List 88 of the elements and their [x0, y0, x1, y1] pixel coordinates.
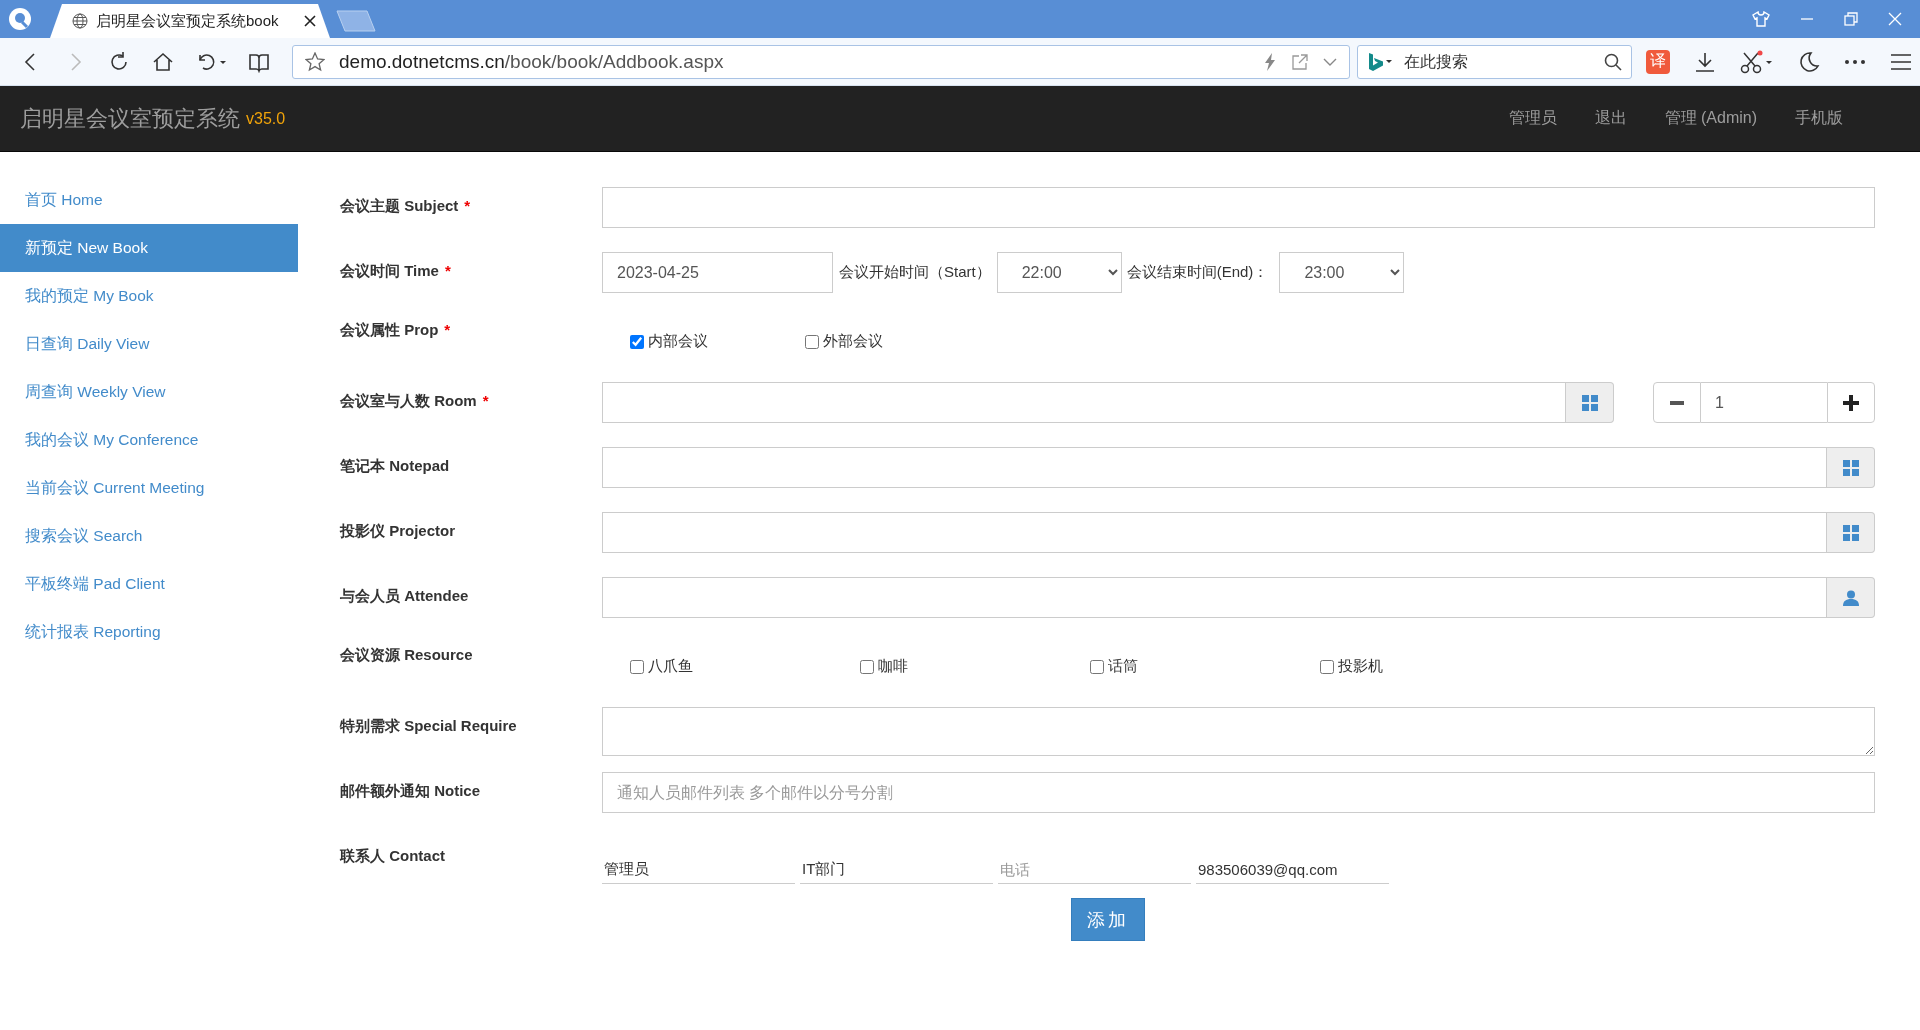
add-button[interactable]: 添加 [1070, 898, 1145, 941]
picker-button[interactable] [1827, 447, 1875, 488]
sidebar-item[interactable]: 首页 Home [0, 176, 298, 224]
text-field[interactable] [602, 187, 1875, 228]
nav-link[interactable]: 退出 [1575, 108, 1646, 129]
field-label: 会议资源 Resource [340, 646, 473, 663]
decrement-button[interactable] [1653, 382, 1701, 423]
plus-icon [1843, 394, 1859, 411]
start-time-label: 会议开始时间（Start） [839, 263, 991, 282]
grid-icon [1581, 394, 1598, 411]
required-mark: * [464, 197, 471, 214]
field-label: 会议时间 Time [340, 262, 439, 279]
attendee-picker-button[interactable] [1827, 577, 1875, 618]
nav-link[interactable]: 管理员 [1489, 108, 1576, 129]
room-picker-button[interactable] [1566, 382, 1614, 423]
checkbox[interactable] [1320, 659, 1334, 674]
browser-tab[interactable]: 启明星会议室预定系统book [50, 4, 330, 38]
shirt-icon[interactable] [1752, 11, 1770, 27]
checkbox-label: 投影机 [1338, 657, 1383, 676]
sidebar-item[interactable]: 搜索会议 Search [0, 512, 298, 560]
sidebar-item[interactable]: 我的预定 My Book [0, 272, 298, 320]
date-field[interactable]: 2023-04-25 [602, 252, 833, 293]
sidebar-item[interactable]: 日查询 Daily View [0, 320, 298, 368]
reload-icon[interactable] [108, 50, 130, 73]
checkbox[interactable] [805, 334, 819, 349]
checkbox-label: 外部会议 [823, 332, 883, 351]
grid-icon [1842, 524, 1859, 541]
checkbox-label: 话筒 [1108, 657, 1138, 676]
globe-icon [72, 13, 88, 29]
sidebar-item[interactable]: 我的会议 My Conference [0, 416, 298, 464]
sidebar-item[interactable]: 周查询 Weekly View [0, 368, 298, 416]
field-label: 特别需求 Special Require [340, 717, 517, 734]
search-icon[interactable] [1604, 52, 1622, 71]
nav-link[interactable]: 手机版 [1776, 108, 1862, 129]
field-label: 会议室与人数 Room [340, 392, 477, 409]
field-label: 会议属性 Prop [340, 321, 439, 338]
share-icon[interactable] [1291, 52, 1309, 71]
checkbox-label: 咖啡 [878, 657, 908, 676]
translate-button[interactable]: 译 [1646, 49, 1670, 74]
picker-button[interactable] [1827, 512, 1875, 553]
end-time-label: 会议结束时间(End)： [1126, 263, 1269, 282]
home-icon[interactable] [152, 50, 174, 73]
field-label: 联系人 Contact [340, 847, 445, 864]
grid-icon [1842, 459, 1859, 476]
required-mark: * [444, 262, 451, 279]
text-field[interactable] [602, 447, 1827, 488]
field-label: 与会人员 Attendee [340, 587, 469, 604]
required-mark: * [482, 392, 489, 409]
increment-button[interactable] [1827, 382, 1875, 423]
version-label: v35.0 [246, 109, 286, 128]
more-icon[interactable] [1844, 58, 1866, 65]
download-icon[interactable] [1694, 50, 1716, 73]
end-time-select[interactable]: 23:00 [1279, 252, 1405, 293]
text-field[interactable] [602, 512, 1827, 553]
room-field[interactable] [602, 382, 1566, 423]
sidebar-item[interactable]: 统计报表 Reporting [0, 608, 298, 656]
person-icon [1842, 589, 1859, 606]
field-label: 笔记本 Notepad [340, 457, 450, 474]
dropdown-icon[interactable] [1323, 56, 1337, 67]
star-icon[interactable] [305, 51, 325, 72]
sidebar-item[interactable]: 当前会议 Current Meeting [0, 464, 298, 512]
scissors-icon[interactable] [1740, 49, 1774, 74]
attendee-field[interactable] [602, 577, 1827, 618]
search-field[interactable]: 在此搜索 [1357, 44, 1632, 79]
checkbox[interactable] [860, 659, 874, 674]
checkbox-label: 内部会议 [648, 332, 708, 351]
checkbox[interactable] [1090, 659, 1104, 674]
app-title[interactable]: 启明星会议室预定系统 [20, 103, 240, 134]
minus-icon [1670, 400, 1684, 405]
restore-icon[interactable] [1844, 12, 1858, 26]
nav-link[interactable]: 管理 (Admin) [1645, 108, 1776, 129]
lightning-icon[interactable] [1263, 52, 1277, 71]
required-mark: * [444, 321, 451, 338]
checkbox-label: 八爪鱼 [648, 657, 693, 676]
checkbox[interactable] [630, 334, 644, 349]
text-field[interactable]: 通知人员邮件列表 多个邮件以分号分割 [602, 772, 1875, 813]
sidebar-item[interactable]: 新预定 New Book [0, 224, 298, 272]
close-icon[interactable] [304, 15, 316, 27]
search-engine-icon[interactable] [1367, 51, 1393, 72]
browser-logo-icon [8, 7, 32, 31]
field-label: 会议主题 Subject [340, 197, 459, 214]
field-label: 投影仪 Projector [340, 522, 456, 539]
moon-icon[interactable] [1798, 50, 1820, 73]
checkbox[interactable] [630, 659, 644, 674]
sidebar-item[interactable]: 平板终端 Pad Client [0, 560, 298, 608]
count-field[interactable]: 1 [1701, 382, 1827, 423]
field-label: 邮件额外通知 Notice [340, 782, 480, 799]
start-time-select[interactable]: 22:00 [996, 252, 1122, 293]
